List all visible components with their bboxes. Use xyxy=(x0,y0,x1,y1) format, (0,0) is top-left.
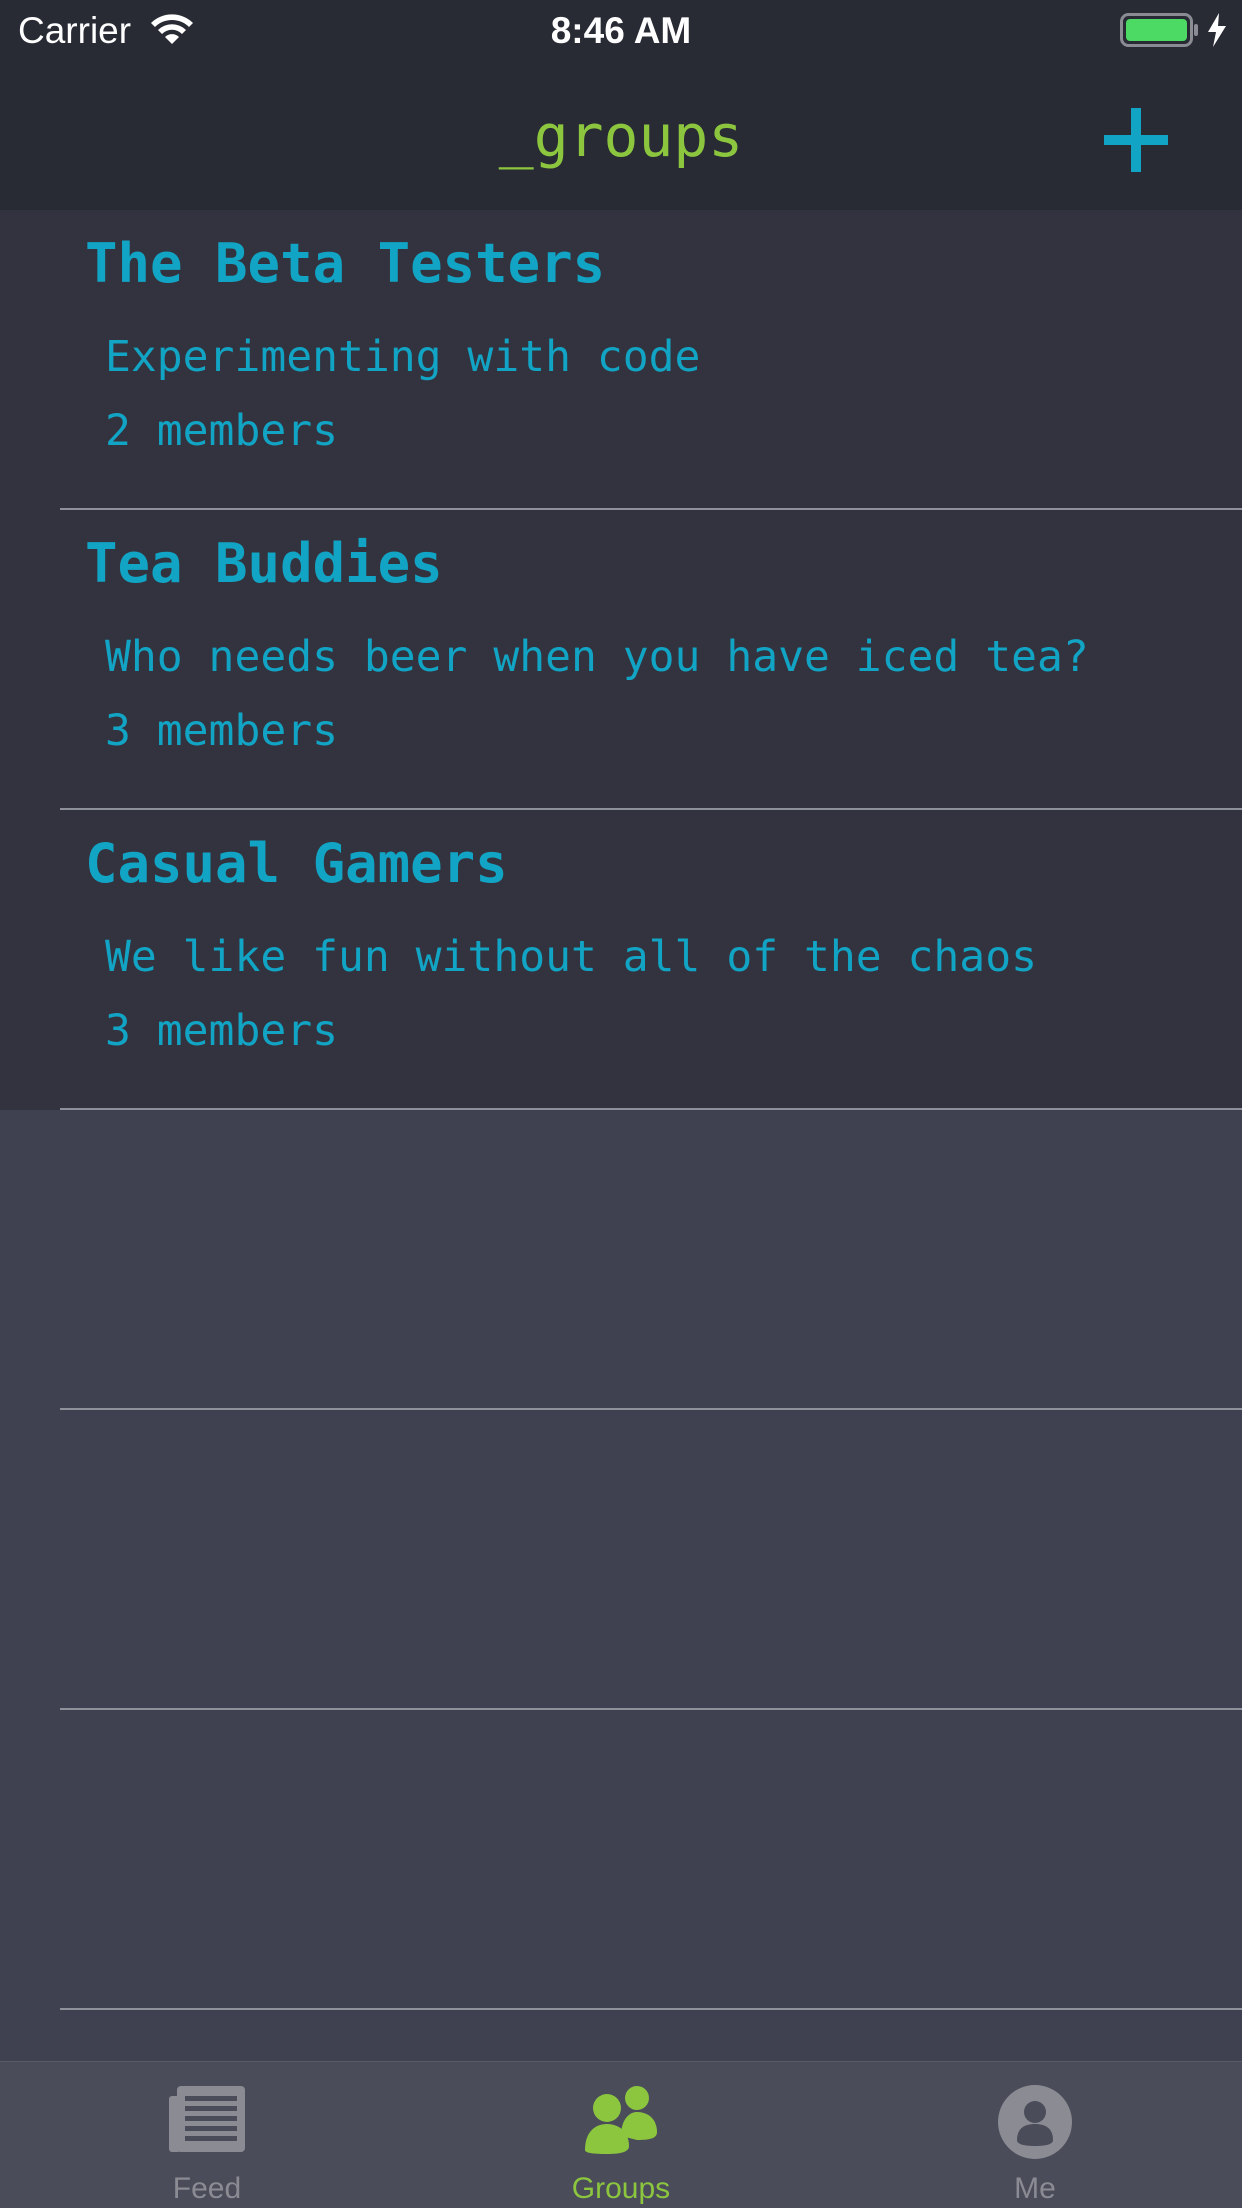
group-row[interactable]: Casual Gamers We like fun without all of… xyxy=(0,810,1242,1110)
row-separator xyxy=(60,2008,1242,2010)
empty-row xyxy=(0,1110,1242,1410)
tab-label: Feed xyxy=(172,2172,242,2205)
group-icon xyxy=(414,2084,828,2159)
group-member-count: 3 members xyxy=(105,1006,338,1056)
add-group-button[interactable] xyxy=(1100,104,1172,176)
tab-bar: Feed Groups Me xyxy=(0,2061,1242,2208)
group-name: The Beta Testers xyxy=(85,232,606,295)
battery-icon xyxy=(1120,13,1200,52)
tab-label: Me xyxy=(1014,2172,1056,2205)
group-name: Casual Gamers xyxy=(85,832,508,895)
status-bar: Carrier 8:46 AM xyxy=(0,0,1242,62)
tab-feed[interactable]: Feed xyxy=(0,2062,414,2208)
clock-time: 8:46 AM xyxy=(550,10,692,51)
groups-list: The Beta Testers Experimenting with code… xyxy=(0,210,1242,2010)
page-title: _groups xyxy=(498,102,744,170)
tab-me[interactable]: Me xyxy=(828,2062,1242,2208)
tab-groups[interactable]: Groups xyxy=(414,2062,828,2208)
navigation-bar: _groups xyxy=(0,62,1242,210)
tab-label: Groups xyxy=(571,2172,671,2205)
group-member-count: 3 members xyxy=(105,706,338,756)
newspaper-icon xyxy=(0,2084,414,2159)
group-description: Who needs beer when you have iced tea? xyxy=(105,632,1089,682)
group-description: We like fun without all of the chaos xyxy=(105,932,1037,982)
group-row[interactable]: The Beta Testers Experimenting with code… xyxy=(0,210,1242,510)
group-row[interactable]: Tea Buddies Who needs beer when you have… xyxy=(0,510,1242,810)
empty-row xyxy=(0,1410,1242,1710)
plus-icon xyxy=(1104,108,1168,172)
profile-icon xyxy=(828,2084,1242,2165)
empty-row xyxy=(0,1710,1242,2010)
group-description: Experimenting with code xyxy=(105,332,701,382)
group-member-count: 2 members xyxy=(105,406,338,456)
group-name: Tea Buddies xyxy=(85,532,443,595)
charging-bolt-icon xyxy=(1206,12,1228,53)
